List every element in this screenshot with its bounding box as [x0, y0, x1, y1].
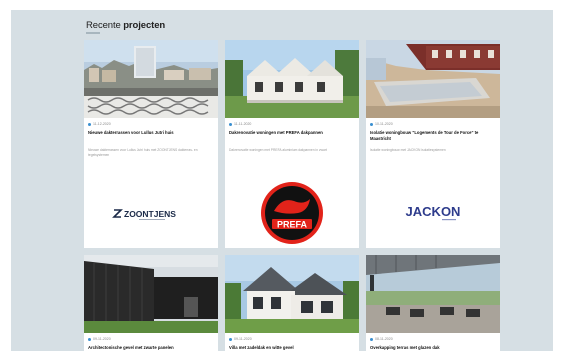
project-card[interactable]: 08-11-2020 Overkapping terras met glazen… [366, 255, 500, 351]
brand-logo: ZOONTJENS [84, 177, 218, 248]
project-date: 08-11-2020 [375, 337, 393, 341]
project-meta: 09-11-2020 [88, 337, 111, 341]
project-card[interactable]: 09-11-2020 Architectonische gevel met zw… [84, 255, 218, 351]
project-meta: 11-12-2020 [88, 122, 111, 126]
logo-text: JACKON [406, 204, 461, 219]
project-date: 10-11-2020 [375, 122, 393, 126]
project-title[interactable]: Architectonische gevel met zwarte panele… [88, 345, 212, 351]
logo-text: PREFA [277, 220, 308, 230]
title-underline [86, 32, 100, 34]
project-meta: 09-11-2020 [229, 337, 252, 341]
brand-logo: JACKON [366, 177, 500, 248]
date-dot-icon [88, 122, 91, 126]
date-dot-icon [229, 122, 232, 126]
project-image[interactable] [366, 255, 500, 333]
project-date: 11-12-2020 [93, 122, 111, 126]
section-title: Recente projecten [86, 20, 166, 31]
project-title[interactable]: Dakrenovatie woningen met PREFA dakpanne… [229, 130, 353, 136]
project-card[interactable]: 10-11-2020 Isolatie woningbouw "Logement… [366, 40, 500, 248]
project-meta: 10-11-2020 [370, 122, 393, 126]
project-meta: 08-11-2020 [370, 337, 393, 341]
project-title[interactable]: Villa met zadeldak en witte gevel [229, 345, 353, 351]
project-card[interactable]: 11-11-2020 Dakrenovatie woningen met PRE… [225, 40, 359, 248]
project-date: 11-11-2020 [234, 122, 252, 126]
project-image[interactable] [84, 40, 218, 118]
logo-text: ZOONTJENS [124, 209, 176, 219]
projects-section: Recente projecten 11-12-2020 Nieuwe dakt… [11, 10, 553, 351]
project-description: Nieuwe dakterrassen voor Lullus Jutri hu… [88, 148, 198, 157]
project-image[interactable] [84, 255, 218, 333]
project-date: 09-11-2020 [93, 337, 111, 341]
project-card[interactable]: 11-12-2020 Nieuwe dakterrassen voor Lull… [84, 40, 218, 248]
date-dot-icon [88, 337, 91, 341]
project-description: Isolatie woningbouw met JACKON isolaties… [370, 148, 446, 152]
project-title[interactable]: Overkapping terras met glazen dak [370, 345, 494, 351]
project-image[interactable] [366, 40, 500, 118]
project-description: Dakrenovatie woningen met PREFA aluminiu… [229, 148, 327, 152]
brand-logo: PREFA [225, 177, 359, 248]
project-card[interactable]: 09-11-2020 Villa met zadeldak en witte g… [225, 255, 359, 351]
date-dot-icon [370, 337, 373, 341]
date-dot-icon [370, 122, 373, 126]
project-meta: 11-11-2020 [229, 122, 251, 126]
project-image[interactable] [225, 40, 359, 118]
project-date: 09-11-2020 [234, 337, 252, 341]
project-image[interactable] [225, 255, 359, 333]
project-title[interactable]: Nieuwe dakterrassen voor Lullus Jutri hu… [88, 130, 212, 136]
date-dot-icon [229, 337, 232, 341]
project-title[interactable]: Isolatie woningbouw "Logements de Tour d… [370, 130, 494, 141]
